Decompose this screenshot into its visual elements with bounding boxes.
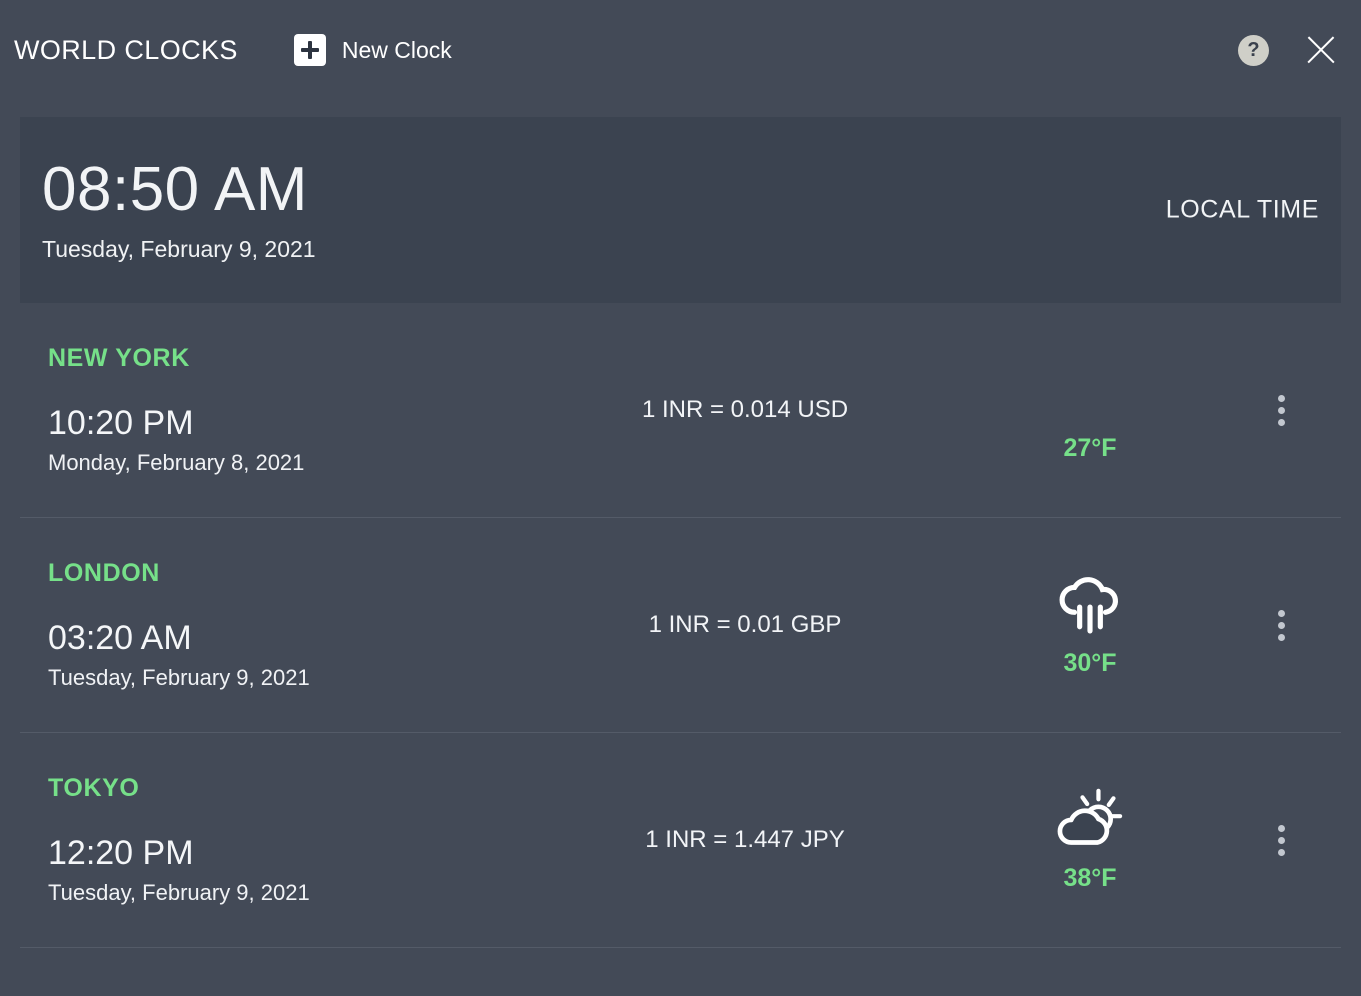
city-name: NEW YORK: [48, 343, 190, 372]
clock-city-block: LONDON 03:20 AM Tuesday, February 9, 202…: [20, 559, 530, 691]
temperature: 27°F: [1063, 433, 1117, 462]
city-date: Tuesday, February 9, 2021: [48, 880, 310, 906]
local-time-panel: 08:50 AM Tuesday, February 9, 2021 LOCAL…: [20, 117, 1341, 303]
local-time-label: LOCAL TIME: [1165, 195, 1319, 224]
clock-city-block: NEW YORK 10:20 PM Monday, February 8, 20…: [20, 344, 530, 476]
more-vertical-icon[interactable]: [1270, 389, 1293, 432]
table-row[interactable]: TOKYO 12:20 PM Tuesday, February 9, 2021…: [20, 733, 1341, 948]
clock-list: NEW YORK 10:20 PM Monday, February 8, 20…: [20, 303, 1341, 948]
row-menu-area: [1220, 819, 1341, 862]
sun-behind-cloud-icon: [1052, 788, 1128, 850]
city-name: TOKYO: [48, 773, 140, 802]
city-date: Monday, February 8, 2021: [48, 450, 305, 476]
plus-icon: [293, 34, 326, 66]
local-time-block: 08:50 AM Tuesday, February 9, 2021: [42, 157, 316, 263]
currency-rate: 1 INR = 0.014 USD: [641, 396, 849, 423]
currency-rate: 1 INR = 0.01 GBP: [648, 611, 842, 638]
rain-cloud-icon: [1052, 573, 1128, 635]
weather-block: 27°F: [960, 358, 1220, 463]
row-menu-area: [1220, 389, 1341, 432]
city-time: 10:20 PM: [48, 403, 194, 442]
new-clock-button[interactable]: New Clock: [293, 34, 452, 66]
help-circle-icon[interactable]: ?: [1238, 34, 1269, 66]
local-date-value: Tuesday, February 9, 2021: [42, 236, 316, 263]
new-clock-label: New Clock: [341, 36, 452, 63]
temperature: 30°F: [1063, 648, 1117, 677]
more-vertical-icon[interactable]: [1270, 819, 1293, 862]
city-time: 12:20 PM: [48, 833, 194, 872]
clock-city-block: TOKYO 12:20 PM Tuesday, February 9, 2021: [20, 774, 530, 906]
table-row[interactable]: NEW YORK 10:20 PM Monday, February 8, 20…: [20, 303, 1341, 518]
weather-block: 30°F: [960, 573, 1220, 678]
page-title: WORLD CLOCKS: [14, 34, 238, 65]
window-controls: ?: [1238, 0, 1339, 100]
currency-rate: 1 INR = 1.447 JPY: [645, 826, 845, 853]
temperature: 38°F: [1063, 863, 1117, 892]
local-time-value: 08:50 AM: [42, 154, 308, 224]
table-row[interactable]: LONDON 03:20 AM Tuesday, February 9, 202…: [20, 518, 1341, 733]
close-icon[interactable]: [1303, 32, 1339, 68]
row-menu-area: [1220, 604, 1341, 647]
city-date: Tuesday, February 9, 2021: [48, 665, 310, 691]
city-name: LONDON: [48, 558, 160, 587]
more-vertical-icon[interactable]: [1270, 604, 1293, 647]
weather-block: 38°F: [960, 788, 1220, 893]
title-bar: WORLD CLOCKS New Clock ?: [0, 0, 1361, 100]
crescent-moon-icon: [1052, 358, 1128, 420]
city-time: 03:20 AM: [48, 618, 192, 657]
